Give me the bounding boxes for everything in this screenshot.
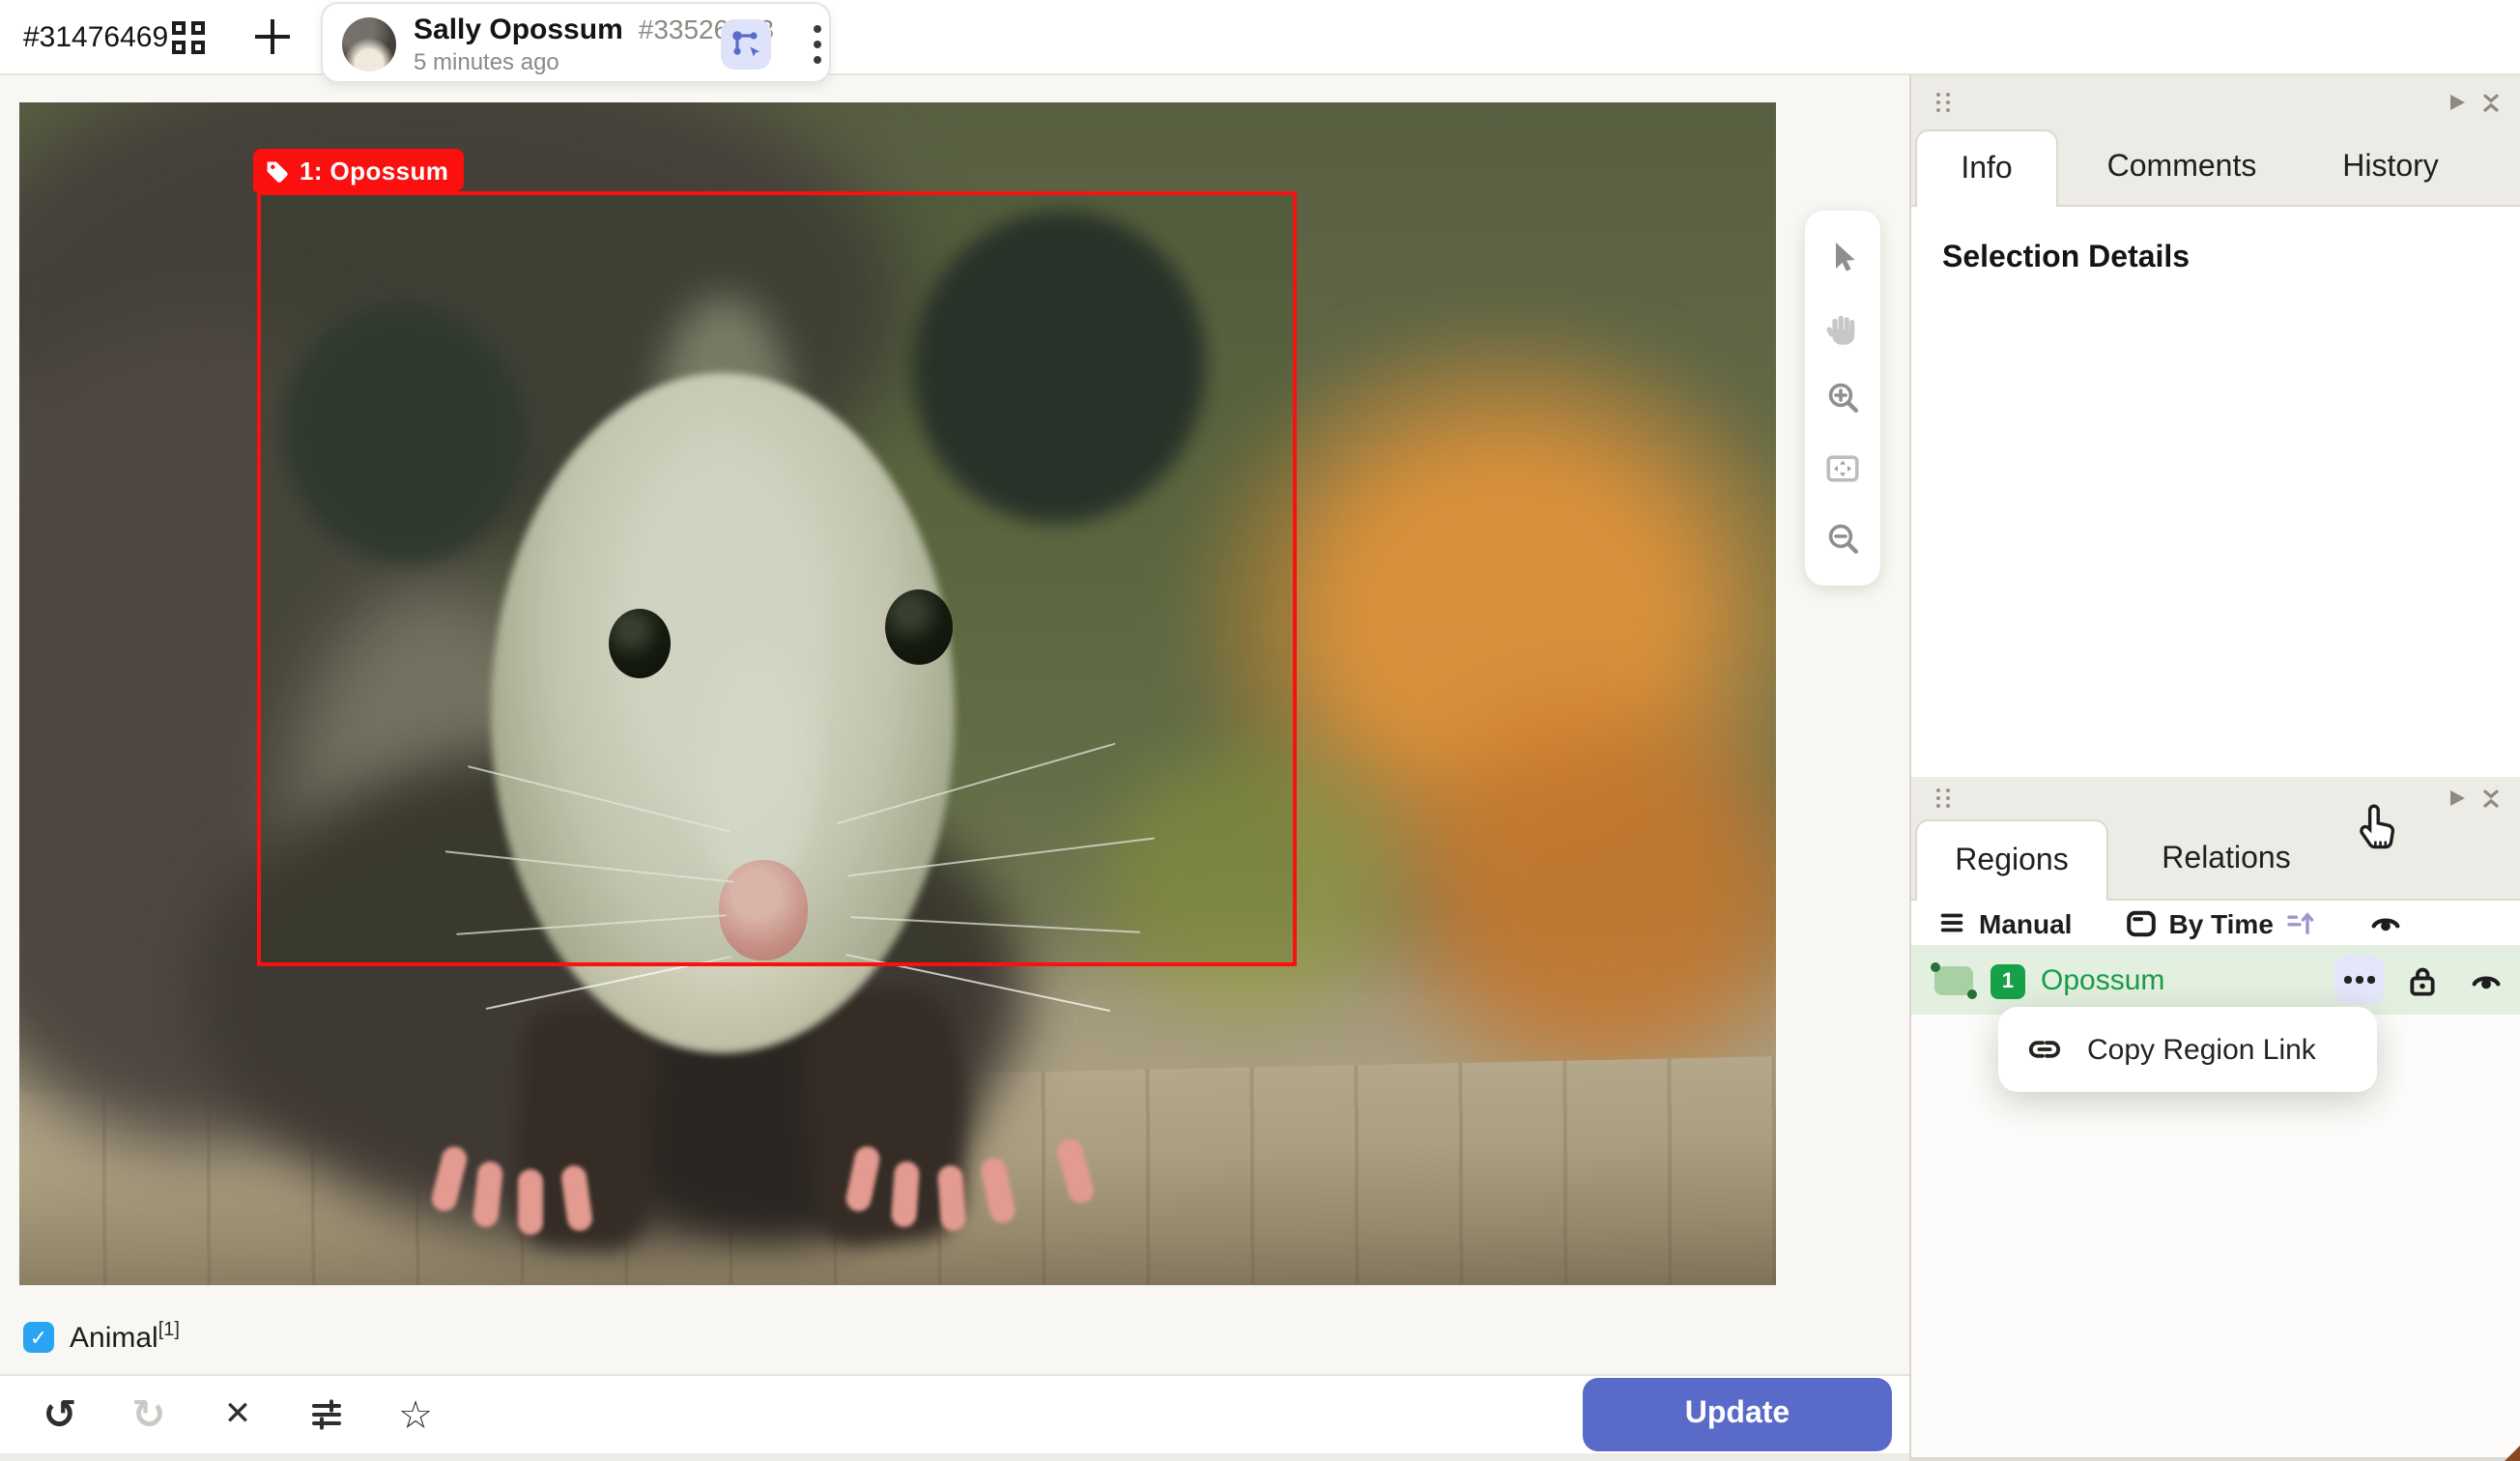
info-panel: Info Comments History Selection Details (1911, 75, 2520, 777)
drag-handle-icon[interactable] (1936, 788, 1940, 792)
bounding-box-region[interactable] (257, 191, 1297, 966)
annotation-app: #31476469 Sally Opossum #33526013 5 minu… (0, 0, 2520, 1461)
toggle-visibility-all-icon[interactable] (2370, 906, 2403, 939)
zoom-out-tool[interactable] (1814, 510, 1872, 568)
fit-screen-tool[interactable] (1814, 440, 1872, 498)
reset-icon[interactable]: ✕ (216, 1391, 259, 1438)
info-panel-tabstrip: Info Comments History (1911, 129, 2520, 207)
region-shape-icon (1934, 966, 1973, 995)
photo-toe (937, 1164, 967, 1232)
redo-icon[interactable]: ↻ (128, 1391, 170, 1438)
panel-detach-icon[interactable] (2443, 785, 2470, 812)
bottom-edge-line (1909, 1457, 2520, 1461)
photo-toe (891, 1160, 921, 1228)
annotation-tab[interactable]: Sally Opossum #33526013 5 minutes ago (321, 2, 831, 83)
ground-truth-star-icon[interactable]: ☆ (394, 1391, 437, 1438)
tab-comments[interactable]: Comments (2089, 129, 2275, 205)
task-image[interactable]: 1: Opossum (19, 102, 1776, 1285)
photo-toe (518, 1169, 543, 1235)
region-visibility-icon[interactable] (2470, 964, 2503, 997)
drag-handle-icon[interactable] (1936, 93, 1940, 97)
settings-sliders-icon[interactable] (305, 1391, 348, 1438)
avatar (342, 17, 396, 72)
regions-panel-dragbar[interactable] (1911, 777, 2520, 819)
annotation-time: 5 minutes ago (414, 48, 559, 75)
region-list-item[interactable]: 1 Opossum (1911, 947, 2520, 1015)
update-button[interactable]: Update (1583, 1378, 1892, 1451)
regions-filter-row: Manual By Time (1911, 901, 2520, 947)
sort-ascending-icon (2285, 907, 2316, 938)
regions-panel-tabstrip: Regions Relations (1911, 819, 2520, 901)
selection-details-heading: Selection Details (1942, 242, 2190, 276)
region-corners-icon (729, 27, 763, 62)
annotator-name: Sally Opossum (414, 14, 623, 46)
pan-tool[interactable] (1814, 299, 1872, 357)
tab-regions[interactable]: Regions (1915, 819, 2108, 901)
region-label-text: 1: Opossum (300, 156, 448, 185)
class-hotkey: [1] (158, 1320, 180, 1341)
animal-checkbox[interactable]: ✓ (23, 1322, 54, 1353)
region-name: Opossum (2041, 964, 2164, 997)
cursor-icon (1825, 240, 1860, 274)
classification-row: ✓ Animal[1] (0, 1306, 1909, 1374)
class-label: Animal[1] (70, 1320, 180, 1355)
add-annotation-icon[interactable] (253, 17, 292, 56)
tab-relations[interactable]: Relations (2139, 819, 2313, 899)
info-panel-dragbar[interactable] (1911, 75, 2520, 129)
regions-panel: Regions Relations Manual By Time (1911, 777, 2520, 1461)
panel-detach-icon[interactable] (2443, 89, 2470, 116)
panel-collapse-icon[interactable] (2477, 785, 2505, 812)
zoom-in-icon (1825, 381, 1860, 415)
canvas-tool-palette (1805, 211, 1880, 586)
regions-summary-chip[interactable] (721, 19, 771, 70)
zoom-in-tool[interactable] (1814, 369, 1872, 427)
task-id: #31476469 (23, 0, 168, 75)
zoom-out-icon (1825, 522, 1860, 557)
tab-menu-icon[interactable] (802, 21, 833, 68)
region-label-tag[interactable]: 1: Opossum (253, 149, 464, 191)
tab-info[interactable]: Info (1915, 129, 2058, 207)
region-menu-button[interactable] (2334, 955, 2385, 1005)
bottom-strip (0, 1453, 1909, 1461)
region-context-menu[interactable]: Copy Region Link (1998, 1007, 2377, 1092)
select-tool[interactable] (1814, 228, 1872, 286)
group-manual-button[interactable]: Manual (1938, 907, 2072, 938)
copy-region-link-label: Copy Region Link (2087, 1033, 2316, 1066)
manual-order-icon (1938, 908, 1967, 937)
lock-region-icon[interactable] (2406, 964, 2439, 997)
sort-by-time-button[interactable]: By Time (2126, 907, 2315, 938)
grid-view-icon[interactable] (172, 21, 205, 54)
region-number-badge: 1 (1990, 963, 2025, 998)
link-icon (2025, 1030, 2064, 1069)
hand-icon (1824, 309, 1861, 346)
tag-icon (265, 158, 290, 183)
resize-corner (2505, 1446, 2520, 1461)
fit-screen-icon (1824, 450, 1861, 487)
panel-collapse-icon[interactable] (2477, 89, 2505, 116)
by-time-icon (2126, 907, 2157, 938)
undo-icon[interactable]: ↺ (39, 1391, 81, 1438)
tab-history[interactable]: History (2313, 129, 2468, 205)
